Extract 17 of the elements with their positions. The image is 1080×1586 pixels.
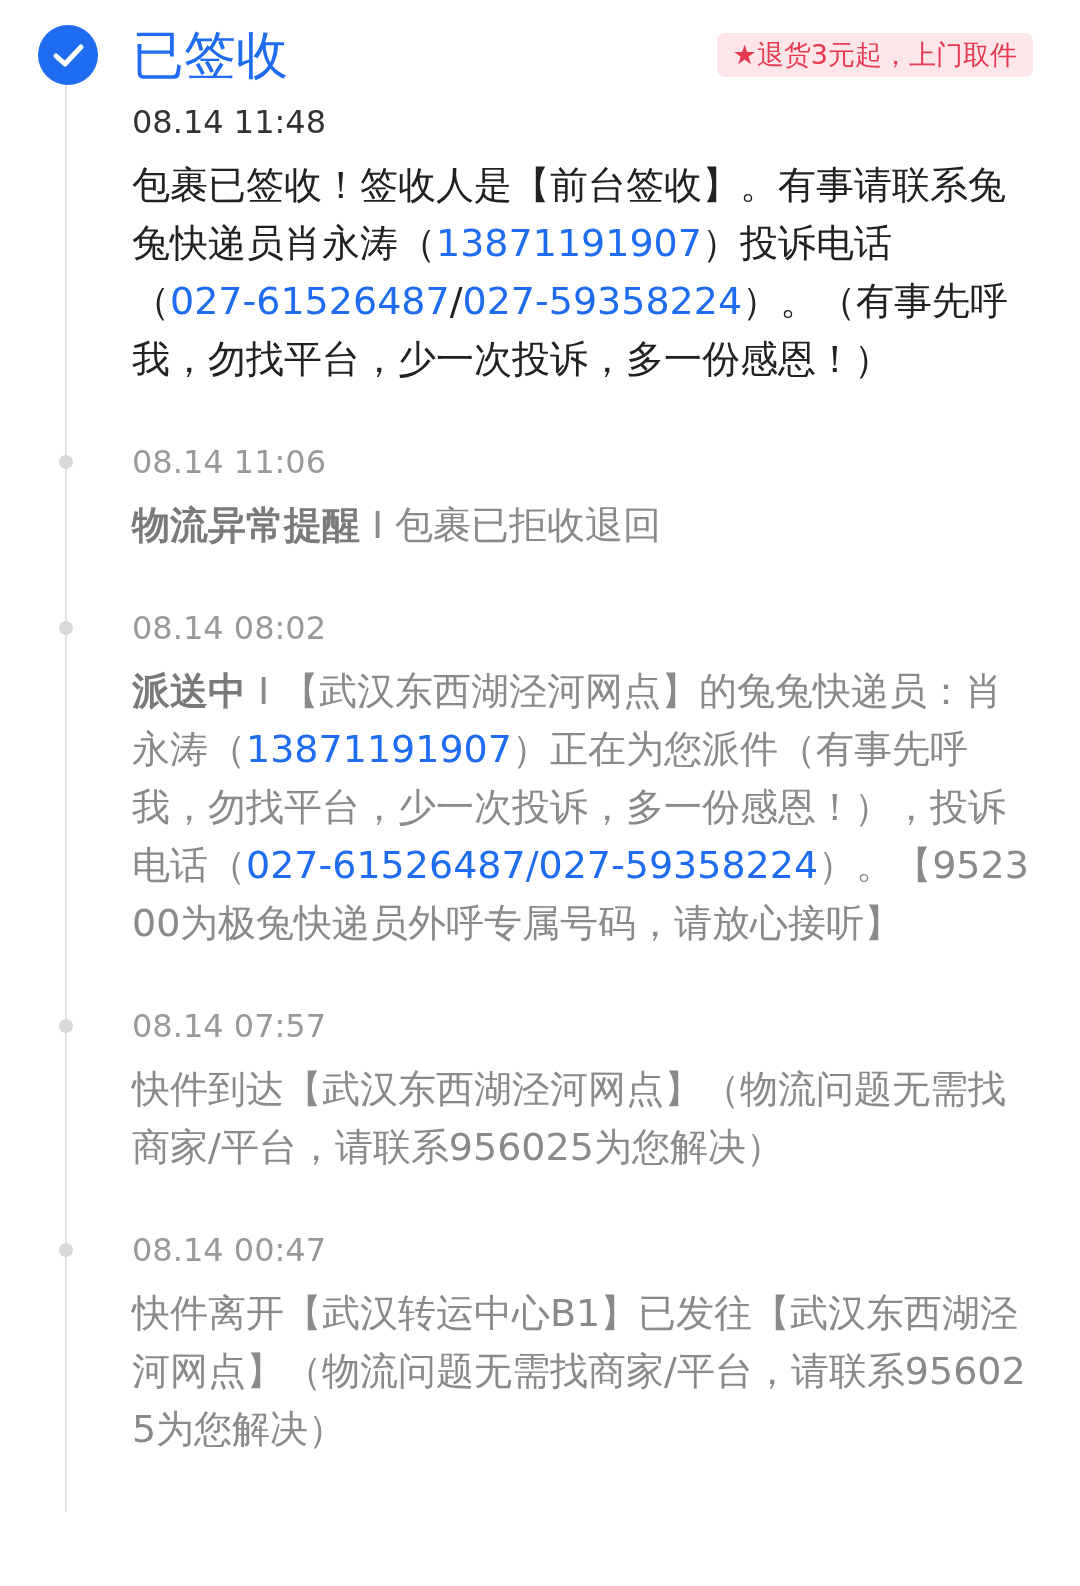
event-description: 包裹已签收！签收人是【前台签收】。有事请联系兔兔快递员肖永涛（13871191907）投诉电话（027-61526487/027-59358224）。（有事先呼我，勿找平台，少一次投诉，多一份感恩！） (132, 162, 1010, 383)
event-description: 快件离开【武汉转运中心B1】已发往【武汉东西湖泾河网点】（物流问题无需找商家/平台，请联系956025为您解决） (132, 1290, 1027, 1453)
event-time: 08.14 00:47 (132, 1230, 327, 1270)
event-description: 物流异常提醒 I 包裹已拒收退回 (132, 502, 663, 549)
event-description: 派送中 I 【武汉东西湖泾河网点】的兔兔快递员：肖永涛（13871191907）正在为您派件（有事先呼我，勿找平台，少一次投诉，多一份感恩！），投诉电话（027-61526487/027-59358224）。【952300为极兔快递员外呼专属号码，请放心接听】 (132, 668, 1030, 947)
event-time: 08.14 07:57 (132, 1006, 327, 1046)
phone-link[interactable]: 027-59358224 (462, 279, 743, 323)
event-time: 08.14 11:48 (132, 102, 327, 142)
event-time: 08.14 08:02 (132, 608, 327, 648)
event-description: 快件到达【武汉东西湖泾河网点】（物流问题无需找商家/平台，请联系956025为您解决） (132, 1066, 1007, 1171)
phone-link[interactable]: 027-61526487 (170, 279, 450, 323)
event-time: 08.14 11:06 (132, 442, 327, 482)
phone-link[interactable]: 027-61526487/027-59358224 (246, 843, 819, 887)
phone-link[interactable]: 13871191907 (246, 727, 512, 771)
status-title: 已签收 (132, 24, 288, 87)
return-promo-badge[interactable]: ★退货3元起，上门取件 (716, 33, 1033, 77)
phone-link[interactable]: 13871191907 (436, 221, 702, 265)
